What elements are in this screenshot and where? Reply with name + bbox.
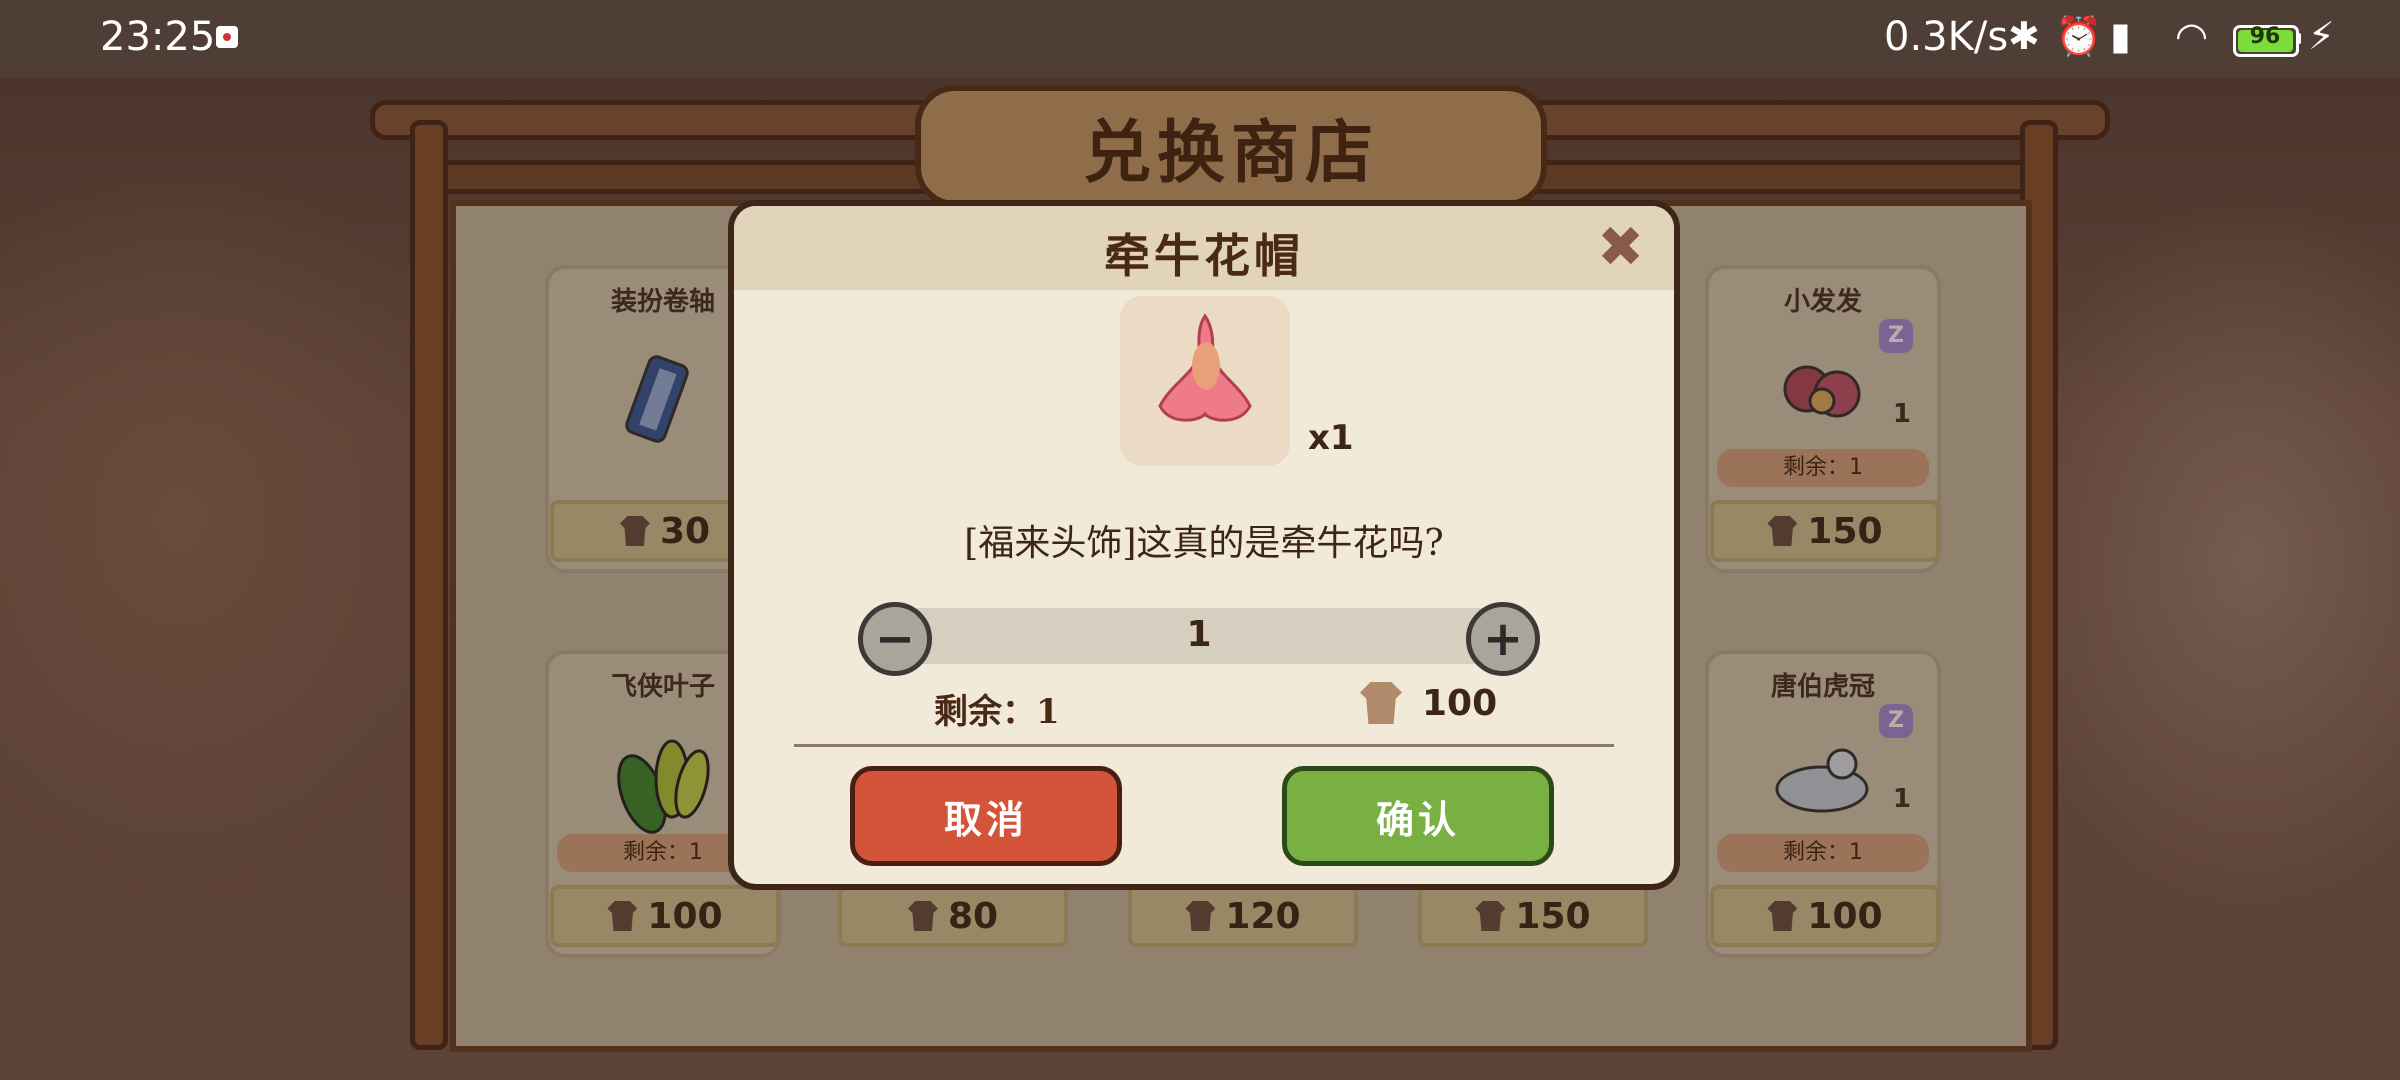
cancel-button[interactable]: 取消 bbox=[850, 766, 1122, 866]
status-bar: 23:25 0.3K/s ✱ ⏰ ▮ ◠ 96 ⚡ bbox=[0, 0, 2400, 78]
dialog-title: 牵牛花帽 bbox=[1104, 229, 1304, 283]
battery-nub bbox=[2296, 33, 2301, 44]
network-speed: 0.3K/s bbox=[1884, 14, 2009, 60]
clock: 23:25 bbox=[100, 14, 216, 60]
battery-level: 96 bbox=[2249, 24, 2281, 49]
plus-button[interactable]: + bbox=[1466, 602, 1540, 676]
charging-icon: ⚡ bbox=[2308, 14, 2335, 58]
close-icon[interactable]: ✖ bbox=[1597, 220, 1644, 276]
remaining-count: 剩余：1 bbox=[934, 692, 1060, 732]
cost: 100 bbox=[1360, 682, 1497, 724]
stepper-value: 1 bbox=[1186, 614, 1212, 655]
bluetooth-icon: ✱ bbox=[2008, 14, 2040, 58]
app-notification-icon bbox=[216, 26, 238, 48]
item-description: [福来头饰]这真的是牵牛花吗? bbox=[964, 523, 1444, 564]
confirm-button[interactable]: 确认 bbox=[1282, 766, 1554, 866]
exchange-dialog: 牵牛花帽 ✖ x1 [福来头饰]这真的是牵牛花吗? − 1 + 剩余：1 100… bbox=[728, 200, 1680, 890]
divider bbox=[794, 744, 1614, 747]
alarm-icon: ⏰ bbox=[2055, 14, 2103, 58]
quantity-stepper: − 1 + bbox=[858, 602, 1540, 676]
wifi-icon: ◠ bbox=[2175, 14, 2209, 58]
signal-icon: ▮ bbox=[2110, 14, 2131, 58]
shirt-currency-icon bbox=[1360, 682, 1402, 724]
item-quantity: x1 bbox=[1308, 418, 1354, 458]
cost-value: 100 bbox=[1422, 682, 1498, 724]
morning-glory-hat-icon bbox=[1120, 296, 1290, 466]
